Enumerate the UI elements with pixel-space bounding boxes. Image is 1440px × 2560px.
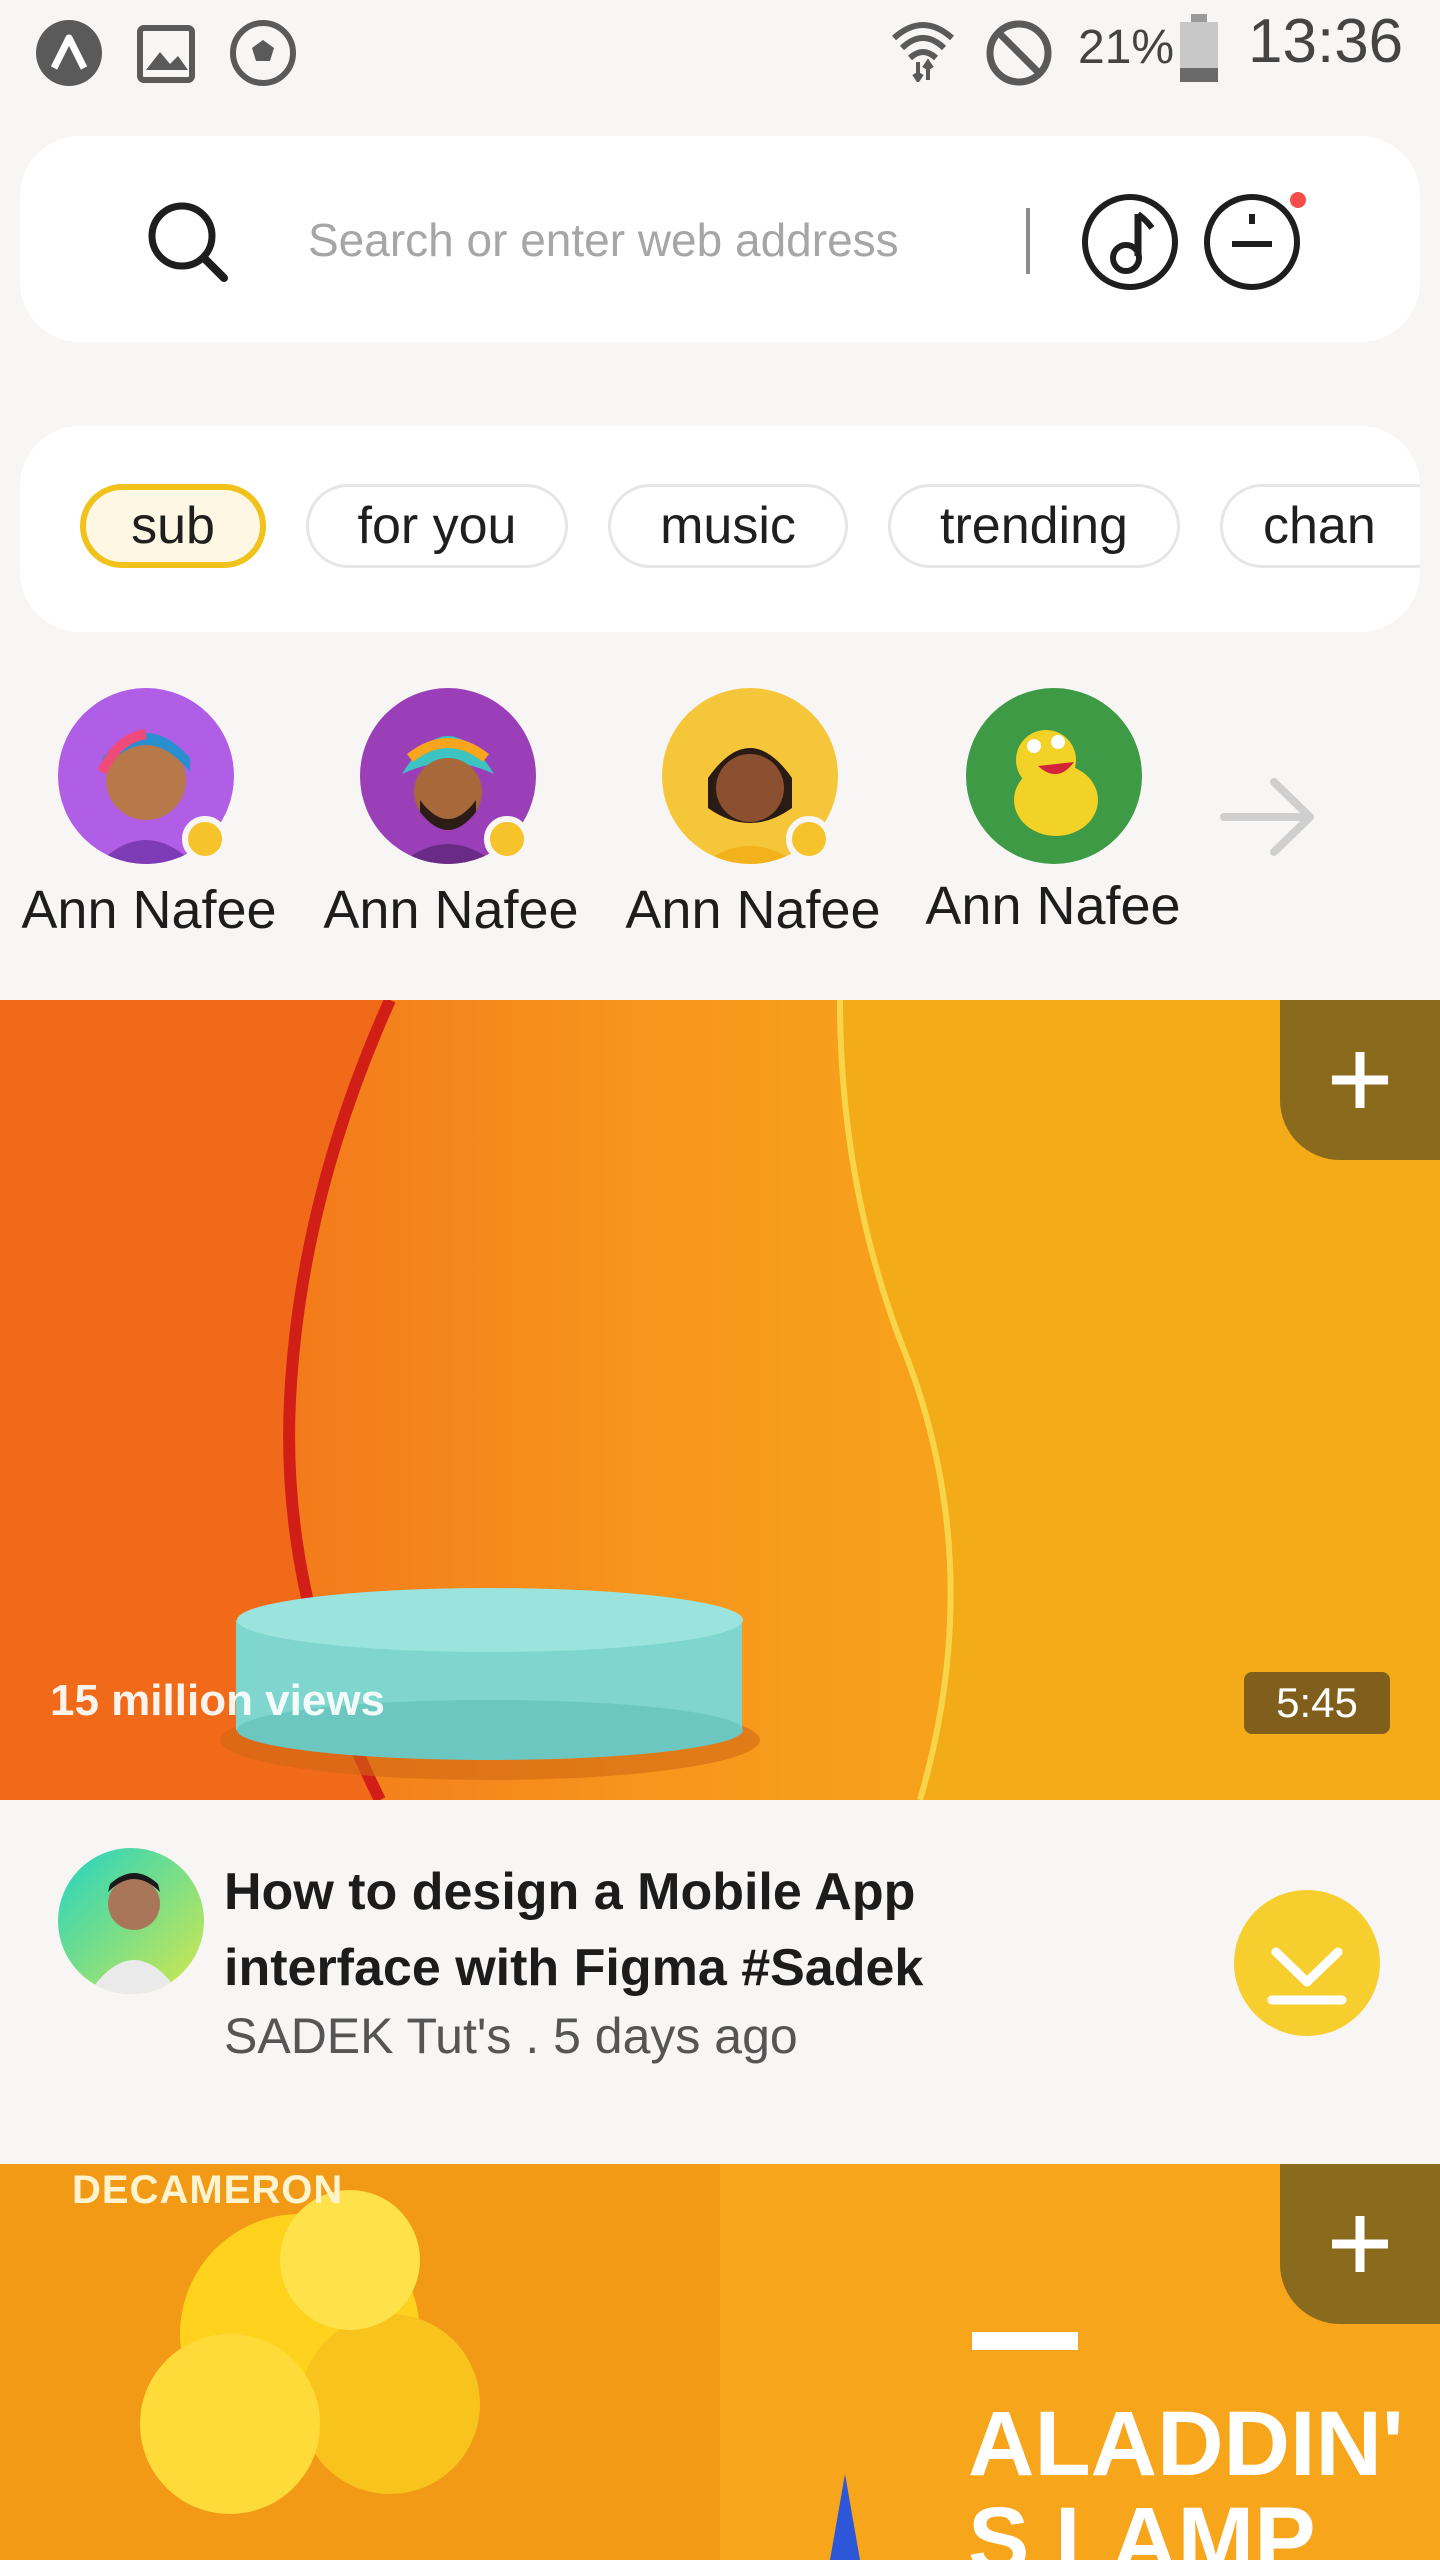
view-count: 15 million views [50,1676,386,1725]
online-indicator [786,816,832,862]
battery-percent: 21% [1078,21,1175,74]
music-note-icon[interactable] [1080,192,1180,297]
clock: 13:36 [1248,7,1404,76]
do-not-disturb-icon [984,18,1054,93]
status-bar: 21% 13:36 [0,0,1440,96]
app-logo-icon [34,18,104,93]
tab-music[interactable]: music [608,484,848,568]
creator-name: Ann Nafee [625,880,881,940]
channel-avatar[interactable] [58,1848,204,1994]
tab-channels[interactable]: chan [1220,484,1420,568]
soccer-ball-icon [228,18,298,93]
profile-menu-icon[interactable] [1202,192,1312,297]
video-thumbnail[interactable]: DECAMERON ALADDIN' S LAMP [0,2164,1440,2560]
creator-name: Ann Nafee [21,880,277,940]
online-indicator [484,816,530,862]
arrow-right-icon[interactable] [1218,774,1318,865]
tab-sub[interactable]: sub [80,484,266,568]
image-icon [134,18,198,93]
search-bar[interactable]: Search or enter web address [20,136,1420,342]
video-thumbnail[interactable]: 15 million views 5:45 [0,1000,1440,1800]
thumbnail-brand-text: DECAMERON [72,2168,344,2212]
wifi-icon [888,12,958,87]
tab-for-you[interactable]: for you [306,484,568,568]
video-duration: 5:45 [1244,1672,1390,1734]
download-button[interactable] [1234,1890,1380,2036]
creator-name: Ann Nafee [925,876,1181,936]
video-title[interactable]: How to design a Mobile App interface wit… [224,1854,1024,2006]
thumbnail-title-text: ALADDIN' S LAMP [968,2393,1404,2560]
category-tabs: sub for you music trending chan [20,426,1420,632]
search-input[interactable]: Search or enter web address [308,212,899,268]
search-icon[interactable] [144,198,230,289]
online-indicator [182,816,228,862]
tab-trending[interactable]: trending [888,484,1180,568]
add-to-playlist-button[interactable] [1280,1000,1440,1160]
search-divider [1026,208,1030,274]
channel-and-date[interactable]: SADEK Tut's . 5 days ago [224,2006,798,2066]
battery-icon [1176,12,1222,89]
avatar [966,688,1142,864]
creator-name: Ann Nafee [323,880,579,940]
add-to-playlist-button[interactable] [1280,2164,1440,2324]
video-meta: How to design a Mobile App interface wit… [0,1800,1440,2164]
